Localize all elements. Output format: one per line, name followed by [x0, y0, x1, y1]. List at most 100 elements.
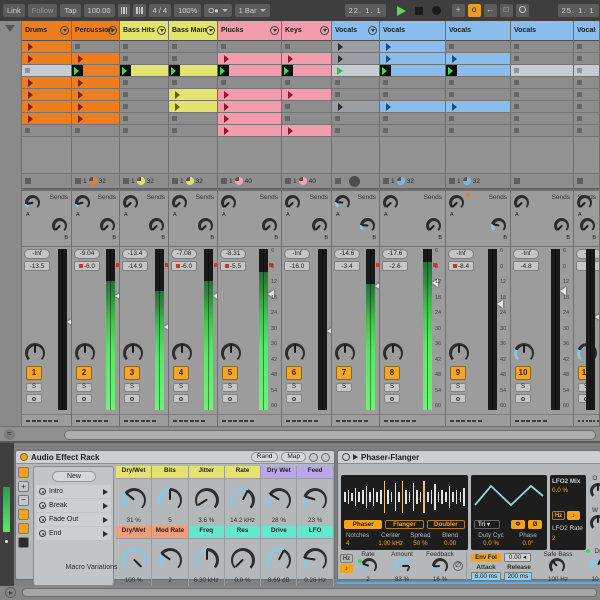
clip-slot[interactable] — [446, 53, 510, 65]
macro-knob[interactable] — [122, 548, 146, 572]
nudge-up-button[interactable] — [133, 4, 146, 17]
chain-list-toggle[interactable] — [18, 523, 29, 534]
track-menu-icon[interactable] — [108, 26, 117, 35]
clip-slot[interactable] — [380, 89, 445, 101]
launch-variation-icon[interactable] — [103, 531, 108, 537]
safe-bass-knob[interactable] — [549, 558, 565, 574]
arm-button[interactable] — [26, 394, 42, 403]
loop-start-field[interactable]: 25. 1. 1 — [558, 4, 599, 17]
crossfade-row[interactable] — [72, 414, 119, 426]
clip-slot[interactable] — [120, 65, 168, 77]
groove-menu[interactable]: 1 Bar — [235, 4, 270, 17]
mode-doubler-button[interactable]: Doubler — [427, 520, 465, 529]
crossfade-row[interactable] — [511, 414, 573, 426]
send-a-knob[interactable] — [335, 195, 350, 210]
macro-knob[interactable] — [267, 548, 291, 572]
remove-macro-button[interactable]: − — [18, 495, 29, 506]
crossfade-row[interactable] — [574, 414, 599, 426]
clip-slot[interactable] — [511, 89, 573, 101]
rate-hz-button[interactable]: Hz — [340, 554, 353, 563]
tap-tempo-button[interactable]: Tap — [60, 4, 80, 17]
cut-knob[interactable] — [590, 557, 600, 573]
clip-slot[interactable] — [332, 41, 379, 53]
clip-slot[interactable] — [511, 125, 573, 137]
clip-indicator-icon[interactable] — [225, 264, 229, 268]
crossfade-row[interactable] — [332, 414, 379, 426]
clip-drop-area[interactable] — [574, 137, 599, 174]
clip-slot[interactable] — [282, 65, 331, 77]
follow-button[interactable]: Follow — [28, 4, 58, 17]
macro-knob[interactable] — [303, 488, 327, 512]
solo-button[interactable]: S — [173, 383, 189, 392]
rack-title-bar[interactable]: Audio Effect Rack Rand Map — [16, 451, 334, 464]
solo-button[interactable]: S — [124, 383, 140, 392]
clip-slot[interactable] — [22, 125, 71, 137]
clip-slot[interactable] — [22, 77, 71, 89]
crossfade-row[interactable] — [282, 414, 331, 426]
arrangement-position-field[interactable]: 22. 1. 1 — [345, 4, 386, 17]
clip-slot[interactable] — [169, 89, 217, 101]
track-header[interactable]: Percussion — [72, 21, 119, 41]
fader-handle[interactable] — [595, 313, 600, 321]
clip-slot[interactable] — [169, 125, 217, 137]
crossfade-row[interactable] — [218, 414, 281, 426]
amount-knob[interactable] — [394, 558, 410, 574]
fold-icon[interactable] — [353, 454, 358, 460]
clip-slot[interactable] — [218, 125, 281, 137]
send-a-knob[interactable] — [285, 195, 300, 210]
track-activator-button[interactable]: 10 — [515, 366, 531, 380]
clip-slot[interactable] — [574, 125, 599, 137]
device-on-button[interactable] — [342, 453, 350, 461]
macro-value[interactable]: 6.30 kHz — [189, 577, 224, 584]
send-b-knob[interactable] — [312, 218, 327, 233]
clip-slot[interactable] — [120, 41, 168, 53]
clip-slot[interactable] — [218, 101, 281, 113]
track-header[interactable]: Bass Hits — [120, 21, 168, 41]
macro-value[interactable]: 3.6 % — [189, 517, 224, 524]
track-activator-button[interactable]: 5 — [222, 366, 238, 380]
send-b-knob[interactable] — [52, 218, 67, 233]
lfo2-sync-button[interactable]: ♪ — [567, 511, 580, 520]
rate-knob[interactable] — [361, 558, 377, 574]
volume-display[interactable]: -13.5 — [24, 261, 50, 271]
send-a-knob[interactable] — [514, 195, 529, 210]
clip-stop-button[interactable] — [577, 178, 583, 184]
clip-slot[interactable] — [446, 125, 510, 137]
clip-slot[interactable] — [332, 77, 379, 89]
clip-slot[interactable] — [120, 125, 168, 137]
device-on-button[interactable] — [20, 453, 28, 461]
clip-slot[interactable] — [169, 53, 217, 65]
play-button[interactable] — [397, 6, 406, 16]
feedback-invert-button[interactable]: ∅ — [453, 561, 463, 571]
rate-sync-button[interactable]: ♪ — [340, 564, 353, 573]
pan-knob[interactable] — [172, 343, 192, 363]
clip-stop-button[interactable] — [335, 178, 341, 184]
clip-drop-area[interactable] — [218, 137, 281, 174]
clip-stop-button[interactable] — [383, 178, 389, 184]
clip-drop-area[interactable] — [332, 137, 379, 174]
clip-stop-button[interactable] — [285, 178, 291, 184]
track-menu-icon[interactable] — [368, 26, 377, 35]
clip-slot[interactable] — [446, 101, 510, 113]
clip-slot[interactable] — [72, 65, 119, 77]
clip-slot[interactable] — [574, 41, 599, 53]
volume-display[interactable]: -2.6 — [382, 261, 408, 271]
track-activator-button[interactable]: 7 — [336, 366, 352, 380]
horizontal-scrollbar[interactable] — [64, 430, 596, 440]
macro-knob[interactable] — [158, 548, 182, 572]
macro-value[interactable]: 5 — [152, 517, 187, 524]
clip-slot[interactable] — [446, 113, 510, 125]
clip-stop-button[interactable] — [221, 178, 227, 184]
clip-slot[interactable] — [380, 53, 445, 65]
macro-value[interactable]: 14.2 kHz — [225, 517, 260, 524]
clip-slot[interactable] — [511, 41, 573, 53]
track-menu-icon[interactable] — [157, 26, 166, 35]
clip-stop-button[interactable] — [514, 178, 520, 184]
clip-slot[interactable] — [282, 53, 331, 65]
track-menu-icon[interactable] — [206, 26, 215, 35]
pan-knob[interactable] — [449, 343, 469, 363]
clip-slot[interactable] — [282, 125, 331, 137]
macro-knob[interactable] — [231, 488, 255, 512]
send-a-knob[interactable] — [577, 195, 592, 210]
clip-stop-button[interactable] — [172, 178, 178, 184]
